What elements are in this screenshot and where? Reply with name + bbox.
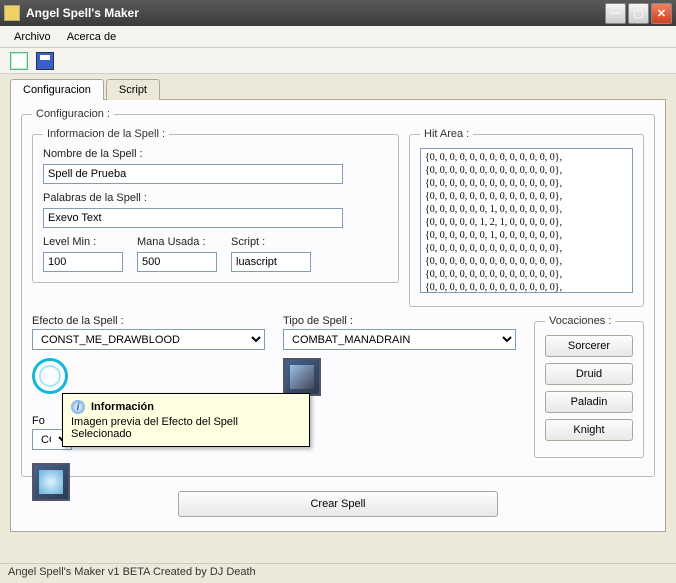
- toolbar: [0, 48, 676, 74]
- vocations-fieldset: Vocaciones : Sorcerer Druid Paladin Knig…: [534, 315, 644, 458]
- hitarea-fieldset: Hit Area : {0, 0, 0, 0, 0, 0, 0, 0, 0, 0…: [409, 128, 644, 307]
- script-label: Script :: [231, 236, 311, 248]
- effect-label: Efecto de la Spell :: [32, 315, 265, 327]
- info-icon: i: [71, 400, 85, 414]
- words-label: Palabras de la Spell :: [43, 192, 388, 204]
- tab-configuracion[interactable]: Configuracion: [10, 79, 104, 100]
- close-button[interactable]: ✕: [651, 3, 672, 24]
- save-icon[interactable]: [36, 52, 54, 70]
- create-spell-button[interactable]: Crear Spell: [178, 491, 498, 517]
- vocations-legend: Vocaciones :: [545, 315, 615, 327]
- name-label: Nombre de la Spell :: [43, 148, 388, 160]
- type-select[interactable]: COMBAT_MANADRAIN: [283, 329, 516, 350]
- app-icon: [4, 5, 20, 21]
- name-input[interactable]: [43, 164, 343, 184]
- type-label: Tipo de Spell :: [283, 315, 516, 327]
- tooltip-title: Información: [91, 401, 154, 413]
- vocation-knight[interactable]: Knight: [545, 419, 633, 441]
- menubar: Archivo Acerca de: [0, 26, 676, 48]
- tooltip: i Información Imagen previa del Efecto d…: [62, 393, 310, 447]
- hitarea-text[interactable]: {0, 0, 0, 0, 0, 0, 0, 0, 0, 0, 0, 0, 0},…: [420, 148, 633, 293]
- titlebar: Angel Spell's Maker — ▢ ✕: [0, 0, 676, 26]
- tooltip-body: Imagen previa del Efecto del Spell Selec…: [71, 416, 301, 440]
- tab-strip: Configuracion Script: [10, 78, 666, 99]
- maximize-button[interactable]: ▢: [628, 3, 649, 24]
- new-icon[interactable]: [10, 52, 28, 70]
- hitarea-legend: Hit Area :: [420, 128, 473, 140]
- tab-script[interactable]: Script: [106, 79, 160, 100]
- window-title: Angel Spell's Maker: [26, 6, 603, 20]
- config-legend: Configuracion :: [32, 108, 114, 120]
- info-fieldset: Informacion de la Spell : Nombre de la S…: [32, 128, 399, 283]
- config-fieldset: Configuracion : Informacion de la Spell …: [21, 108, 655, 477]
- effect-select[interactable]: CONST_ME_DRAWBLOOD: [32, 329, 265, 350]
- formula-preview-thumb: [32, 463, 70, 501]
- config-panel: Configuracion : Informacion de la Spell …: [10, 99, 666, 532]
- type-preview-thumb: [283, 358, 321, 396]
- info-legend: Informacion de la Spell :: [43, 128, 169, 140]
- vocation-paladin[interactable]: Paladin: [545, 391, 633, 413]
- script-input[interactable]: [231, 252, 311, 272]
- menu-acerca[interactable]: Acerca de: [59, 29, 125, 45]
- vocation-sorcerer[interactable]: Sorcerer: [545, 335, 633, 357]
- mana-label: Mana Usada :: [137, 236, 217, 248]
- statusbar: Angel Spell's Maker v1 BETA Created by D…: [0, 563, 676, 583]
- level-input[interactable]: [43, 252, 123, 272]
- effect-preview-circle: [32, 358, 68, 394]
- level-label: Level Min :: [43, 236, 123, 248]
- words-input[interactable]: [43, 208, 343, 228]
- menu-archivo[interactable]: Archivo: [6, 29, 59, 45]
- minimize-button[interactable]: —: [605, 3, 626, 24]
- vocation-druid[interactable]: Druid: [545, 363, 633, 385]
- mana-input[interactable]: [137, 252, 217, 272]
